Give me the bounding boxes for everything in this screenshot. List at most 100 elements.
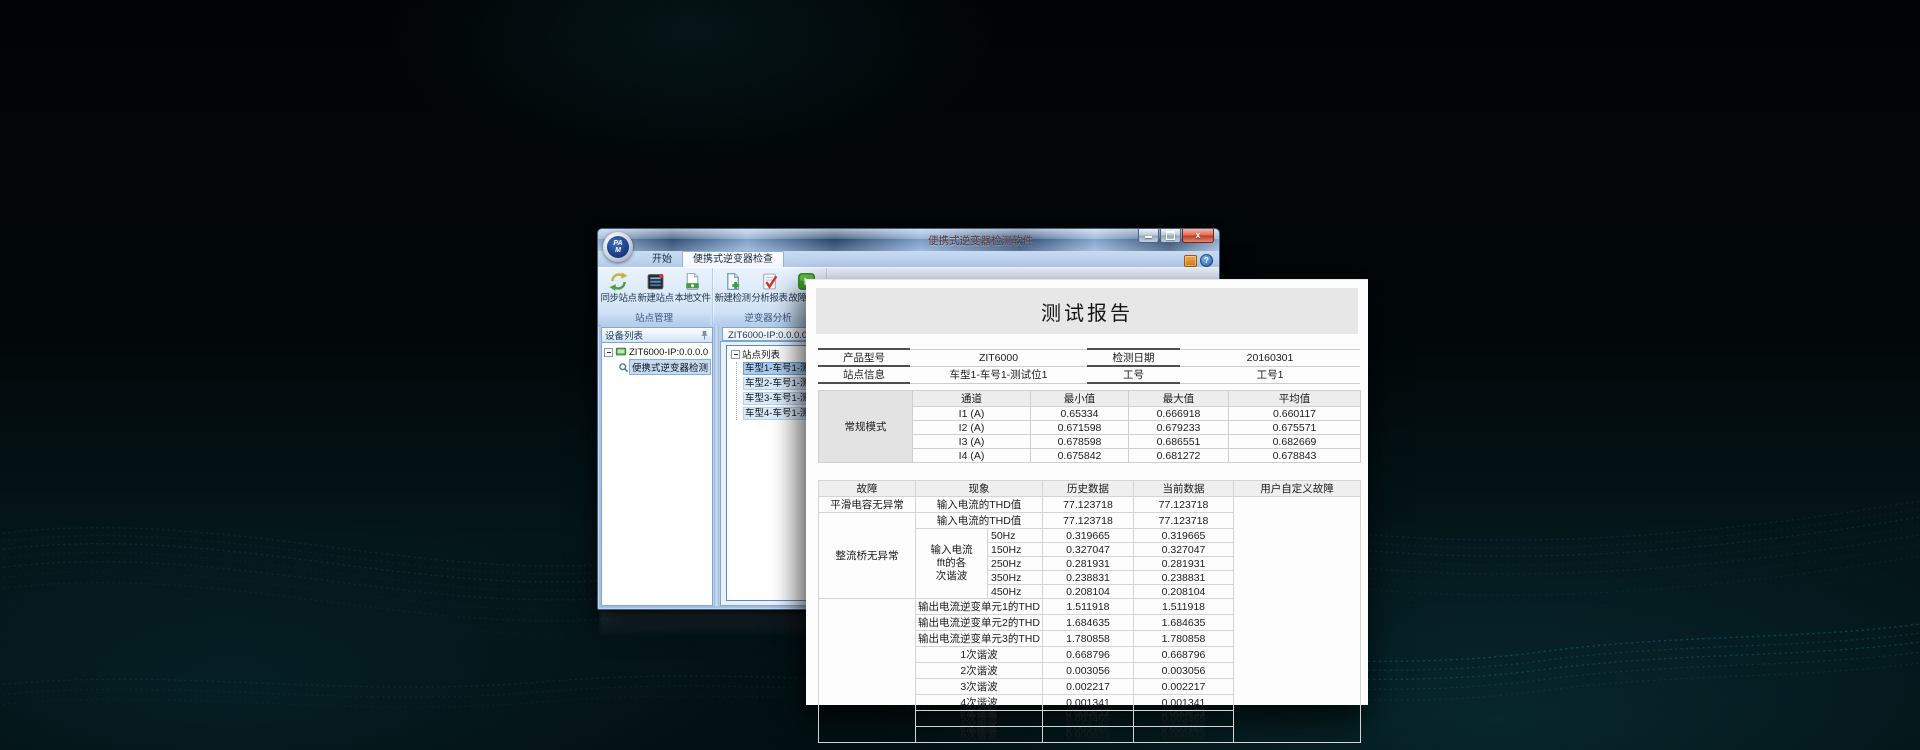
cell: 350Hz [988, 571, 1043, 585]
app-logo[interactable]: PA M [603, 232, 633, 262]
cell: 0.681272 [1129, 449, 1229, 463]
cell: 50Hz [988, 529, 1043, 543]
report-title: 测试报告 [816, 288, 1358, 334]
cell: 0.675842 [1031, 449, 1129, 463]
cell: 0.002217 [1043, 679, 1134, 695]
cell: 77.123718 [1134, 497, 1234, 513]
user-defined-fault-cell [1234, 497, 1361, 743]
analysis-report-button[interactable]: 分析报表 [751, 270, 788, 304]
fft-label-line: 次谐波 [916, 570, 987, 583]
magnifier-icon [618, 362, 629, 373]
cell: 0.003056 [1134, 663, 1234, 679]
maximize-icon [1166, 231, 1175, 240]
doc-plus-icon [722, 271, 743, 292]
cell: 0.327047 [1134, 543, 1234, 557]
cell: I2 (A) [913, 421, 1031, 435]
tree-node-detection[interactable]: 便携式逆变器检测 [618, 361, 712, 373]
tree-node-root[interactable]: ZIT6000-IP:0.0.0.0 [602, 346, 712, 358]
cell: 输入电流的THD值 [916, 513, 1043, 529]
cell: 77.123718 [1134, 513, 1234, 529]
column-header: 通道 [913, 391, 1031, 407]
app-logo-monogram: PA M [607, 236, 629, 258]
ribbon-group-site-management: 同步站点 新建站点 [598, 268, 712, 325]
info-value: 20160301 [1180, 349, 1360, 366]
collapse-icon[interactable] [731, 350, 740, 359]
button-label: 同步站点 [600, 293, 636, 304]
cell: 0.678843 [1229, 449, 1361, 463]
cell: 0.003056 [1043, 663, 1134, 679]
info-label: 产品型号 [818, 349, 910, 366]
help-icon[interactable]: ? [1200, 254, 1213, 267]
cell: 2次谐波 [916, 663, 1043, 679]
cell: 输出电流逆变单元3的THD [916, 631, 1043, 647]
normal-mode-label: 常规模式 [819, 391, 913, 463]
report-check-icon [759, 271, 780, 292]
column-header: 历史数据 [1043, 481, 1134, 497]
close-button[interactable]: x [1182, 229, 1214, 243]
sync-icon [608, 271, 629, 292]
cell: 0.666918 [1129, 407, 1229, 421]
cell: 4次谐波 [916, 695, 1043, 711]
panel-splitter[interactable] [714, 325, 719, 606]
cell: 77.123718 [1043, 497, 1134, 513]
cell: 150Hz [988, 543, 1043, 557]
cell: 0.675571 [1229, 421, 1361, 435]
cell: 输出电流逆变单元1的THD [916, 599, 1043, 615]
manual-book-icon[interactable] [1184, 255, 1197, 267]
cell: 1次谐波 [916, 647, 1043, 663]
server-icon [645, 271, 666, 292]
column-header: 故障 [819, 481, 916, 497]
collapse-icon[interactable] [604, 348, 613, 357]
sync-site-button[interactable]: 同步站点 [600, 270, 637, 304]
local-file-button[interactable]: 本地文件 [674, 270, 711, 304]
cell: 0.002217 [1134, 679, 1234, 695]
button-label: 本地文件 [674, 293, 710, 304]
fft-label-line: fft的各 [916, 557, 987, 570]
column-header: 用户自定义故障 [1234, 481, 1361, 497]
fft-harmonics-label: 输入电流 fft的各 次谐波 [916, 529, 988, 599]
normal-mode-table: 常规模式 通道 最小值 最大值 平均值 I1 (A) 0.65334 0.666… [818, 390, 1361, 463]
site-list-root-label: 站点列表 [742, 347, 780, 361]
cell: 0.208104 [1043, 585, 1134, 599]
cell: 0.678598 [1031, 435, 1129, 449]
fault-group-label: 整流桥无异常 [819, 513, 916, 599]
column-header: 现象 [916, 481, 1043, 497]
cell: 输出电流逆变单元2的THD [916, 615, 1043, 631]
minimize-button[interactable] [1138, 229, 1159, 243]
cell: 1.684635 [1043, 615, 1134, 631]
fft-label-line: 输入电流 [916, 544, 987, 557]
titlebar[interactable]: 便携式逆变器检测软件 [598, 229, 1219, 251]
button-label: 新建站点 [637, 293, 673, 304]
fault-group-label [819, 599, 916, 743]
pin-icon[interactable] [700, 330, 709, 340]
cell: 0.668796 [1134, 647, 1234, 663]
cell: 0.686551 [1129, 435, 1229, 449]
tab-start[interactable]: 开始 [642, 252, 682, 267]
cell: I1 (A) [913, 407, 1031, 421]
cell: 1.780858 [1043, 631, 1134, 647]
tab-inverter-check[interactable]: 便携式逆变器检查 [682, 251, 784, 267]
new-site-button[interactable]: 新建站点 [637, 270, 674, 304]
cell: 0.319665 [1043, 529, 1134, 543]
cell: 1.684635 [1134, 615, 1234, 631]
minimize-icon [1145, 236, 1152, 238]
maximize-button[interactable] [1160, 229, 1181, 243]
info-value: ZIT6000 [910, 349, 1087, 366]
cell: 0.65334 [1031, 407, 1129, 421]
cell: 3次谐波 [916, 679, 1043, 695]
column-header: 最小值 [1031, 391, 1129, 407]
new-detection-button[interactable]: 新建检测 [714, 270, 751, 304]
cell: 1.780858 [1134, 631, 1234, 647]
device-list-header: 设备列表 [601, 327, 713, 343]
cell: 0.238831 [1043, 571, 1134, 585]
info-label: 检测日期 [1087, 349, 1180, 366]
info-row: 站点信息 车型1-车号1-测试位1 工号 工号1 [818, 366, 1360, 383]
cell: I3 (A) [913, 435, 1031, 449]
cell: 450Hz [988, 585, 1043, 599]
cell: 0.001341 [1134, 695, 1234, 711]
logo-line1: PA [613, 240, 622, 247]
logo-line2: M [615, 247, 621, 254]
cell: 0.671598 [1031, 421, 1129, 435]
titlebar-extra-icons: ? [1184, 254, 1213, 267]
cell: I4 (A) [913, 449, 1031, 463]
